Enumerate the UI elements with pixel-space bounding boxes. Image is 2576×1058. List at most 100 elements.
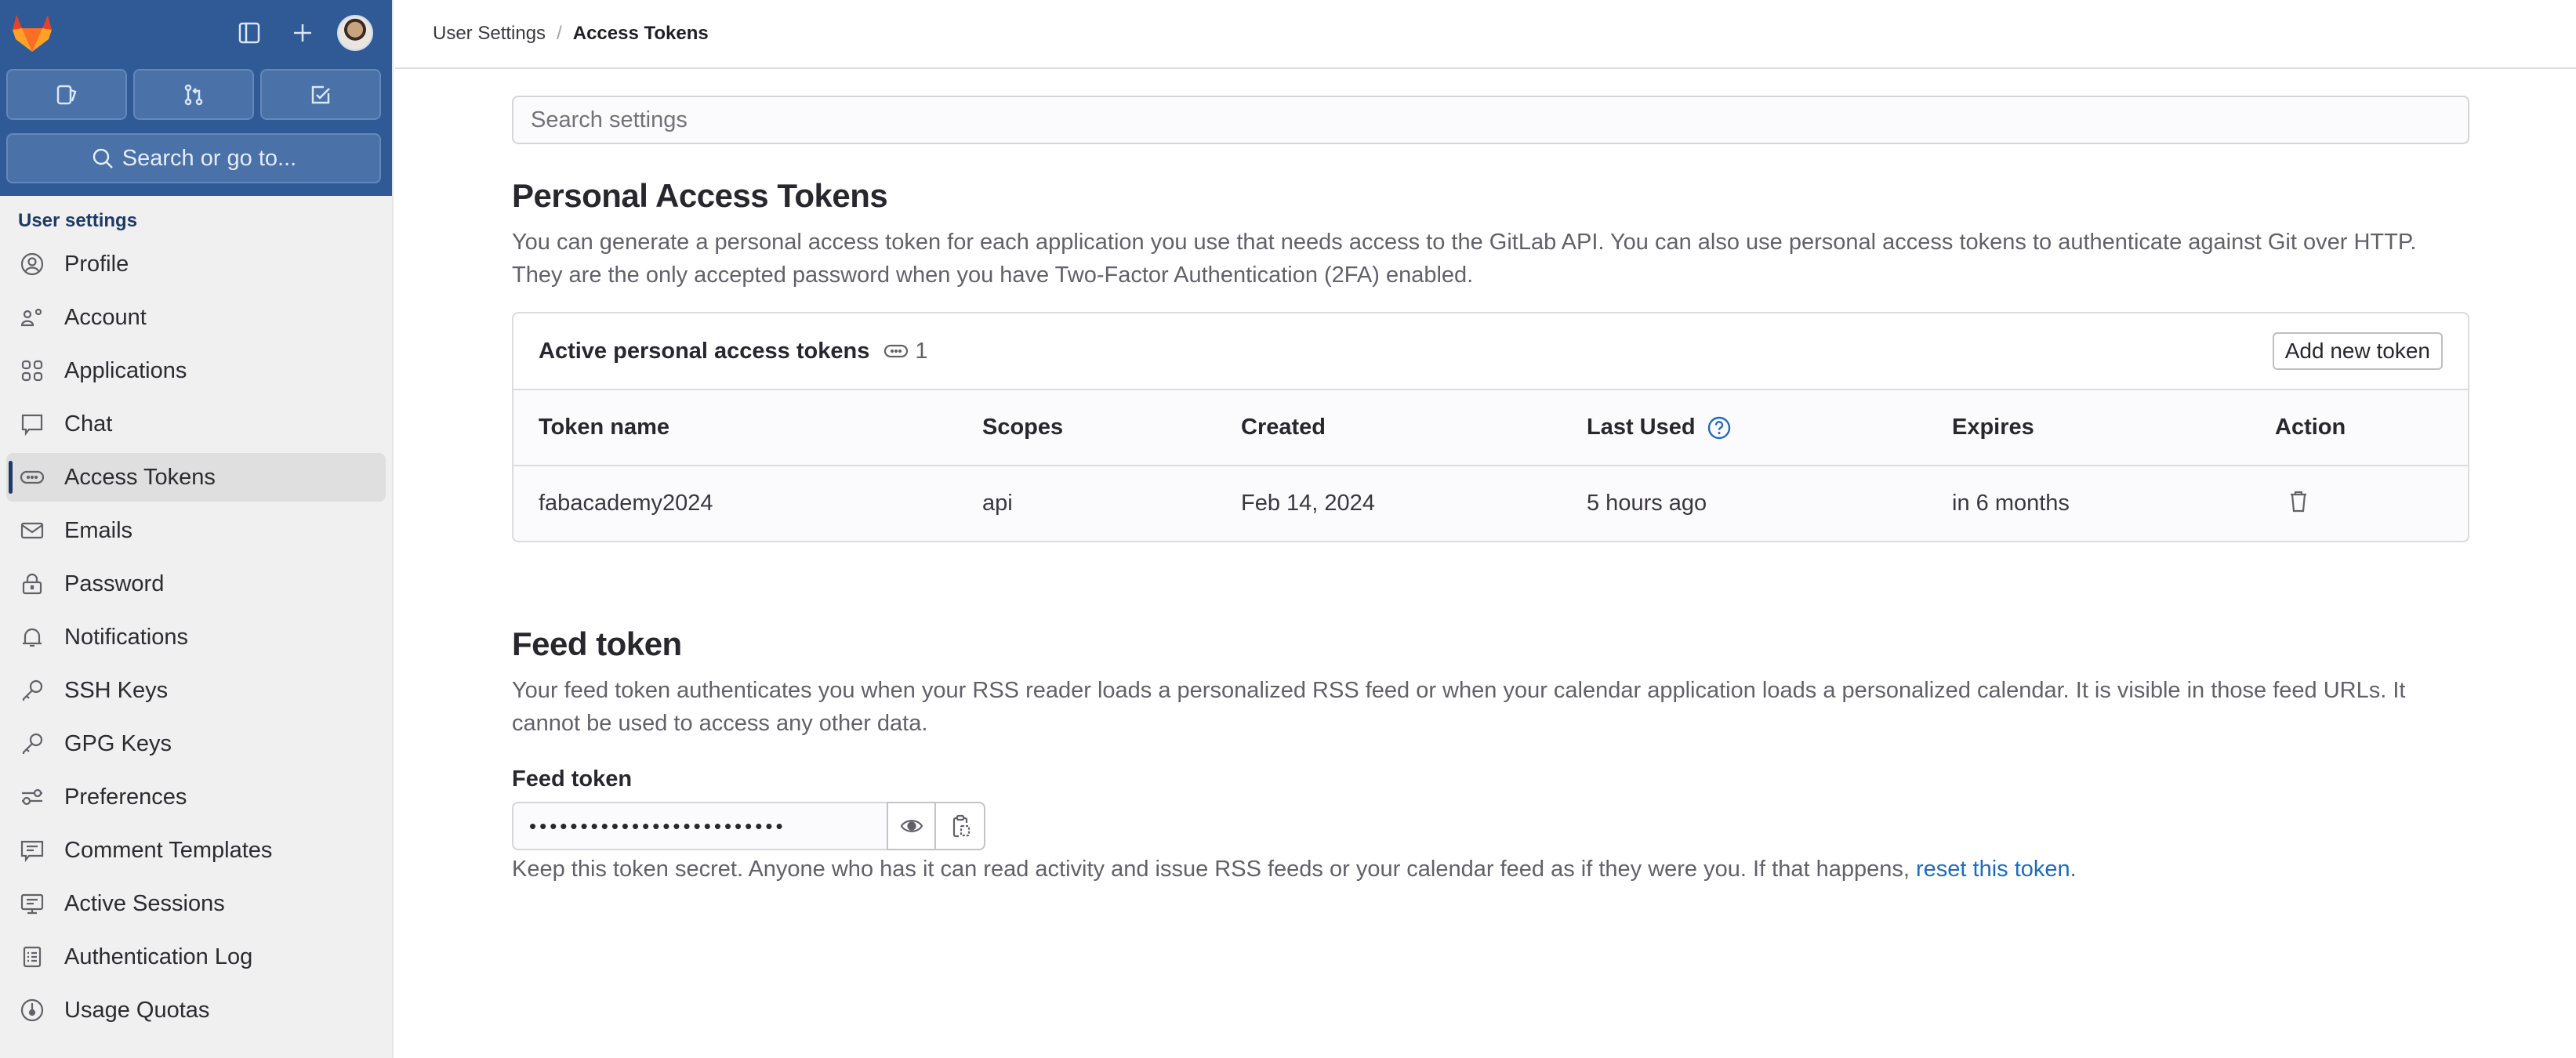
sidebar-item-access-tokens[interactable]: Access Tokens bbox=[6, 453, 386, 502]
gitlab-logo[interactable] bbox=[11, 13, 53, 53]
sidebar-item-comment-templates[interactable]: Comment Templates bbox=[6, 826, 386, 875]
sidebar-toggle-icon[interactable] bbox=[232, 16, 267, 50]
sidebar-item-notifications[interactable]: Notifications bbox=[6, 613, 386, 661]
feed-token-field bbox=[512, 802, 985, 850]
merge-request-icon bbox=[184, 84, 203, 105]
sidebar-item-label: Access Tokens bbox=[64, 464, 216, 490]
sidebar-item-label: Chat bbox=[64, 411, 113, 437]
sidebar-item-gpg-keys[interactable]: GPG Keys bbox=[6, 719, 386, 768]
sidebar-item-account[interactable]: Account bbox=[6, 293, 386, 342]
sidebar-item-ssh-keys[interactable]: SSH Keys bbox=[6, 666, 386, 715]
todos-button[interactable] bbox=[260, 69, 381, 120]
feed-token-help-suffix: . bbox=[2070, 857, 2077, 882]
sidebar: Search or go to... User settings Profile… bbox=[0, 0, 394, 1058]
chat-icon bbox=[19, 411, 45, 437]
sidebar-item-label: Account bbox=[64, 304, 147, 330]
token-expires-cell: in 6 months bbox=[1952, 491, 2070, 516]
reset-token-link[interactable]: reset this token bbox=[1916, 857, 2070, 882]
breadcrumb-user-settings[interactable]: User Settings bbox=[433, 23, 546, 45]
tokens-table: Token name Scopes Created Last Used Expi… bbox=[513, 390, 2468, 541]
token-scopes-cell: api bbox=[982, 491, 1013, 516]
sidebar-header: Search or go to... bbox=[0, 0, 392, 196]
pat-description-line2: They are the only accepted password when… bbox=[512, 263, 1474, 288]
copy-token-button[interactable] bbox=[936, 802, 985, 850]
sidebar-item-label: Profile bbox=[64, 251, 129, 277]
help-icon[interactable] bbox=[1707, 415, 1732, 440]
sidebar-item-label: GPG Keys bbox=[64, 730, 172, 756]
feed-token-description: Your feed token authenticates you when y… bbox=[512, 674, 2469, 740]
feed-description-line1: Your feed token authenticates you when y… bbox=[512, 678, 2406, 703]
column-header-scopes[interactable]: Scopes bbox=[957, 390, 1216, 466]
comment-template-icon bbox=[19, 837, 45, 864]
active-tokens-title-text: Active personal access tokens bbox=[539, 338, 870, 364]
key-icon bbox=[19, 730, 45, 757]
sidebar-item-chat[interactable]: Chat bbox=[6, 400, 386, 448]
search-settings-input[interactable] bbox=[512, 96, 2469, 144]
sidebar-item-label: Preferences bbox=[64, 784, 187, 810]
search-icon bbox=[93, 148, 113, 168]
breadcrumb-access-tokens[interactable]: Access Tokens bbox=[573, 23, 709, 45]
token-icon bbox=[884, 344, 909, 358]
bell-icon bbox=[19, 624, 45, 650]
quota-icon bbox=[19, 997, 45, 1024]
applications-icon bbox=[19, 357, 45, 384]
active-tokens-card-header: Active personal access tokens 1 Add new … bbox=[513, 313, 2468, 390]
reveal-token-button[interactable] bbox=[887, 802, 936, 850]
sidebar-item-preferences[interactable]: Preferences bbox=[6, 773, 386, 821]
column-header-token-name[interactable]: Token name bbox=[513, 390, 957, 466]
sidebar-item-active-sessions[interactable]: Active Sessions bbox=[6, 879, 386, 928]
feed-token-help-text: Keep this token secret. Anyone who has i… bbox=[512, 857, 1916, 882]
token-created-cell: Feb 14, 2024 bbox=[1241, 491, 1375, 516]
column-header-created[interactable]: Created bbox=[1216, 390, 1562, 466]
personal-access-tokens-description: You can generate a personal access token… bbox=[512, 226, 2469, 292]
tokens-table-header: Token name Scopes Created Last Used Expi… bbox=[513, 390, 2468, 466]
log-icon bbox=[19, 944, 45, 970]
token-last-used-cell: 5 hours ago bbox=[1587, 491, 1707, 516]
plus-icon[interactable] bbox=[285, 16, 320, 50]
account-icon bbox=[19, 304, 45, 331]
search-or-go-label: Search or go to... bbox=[122, 145, 297, 171]
lock-icon bbox=[19, 571, 45, 597]
sidebar-item-password[interactable]: Password bbox=[6, 560, 386, 608]
sidebar-section-title: User settings bbox=[18, 210, 138, 231]
sidebar-item-label: Comment Templates bbox=[64, 837, 273, 863]
profile-icon bbox=[19, 251, 45, 277]
breadcrumb: User Settings / Access Tokens bbox=[395, 0, 2576, 69]
token-action-cell bbox=[2250, 466, 2468, 541]
search-or-go-button[interactable]: Search or go to... bbox=[6, 133, 381, 183]
feed-token-help: Keep this token secret. Anyone who has i… bbox=[512, 857, 2469, 882]
avatar[interactable] bbox=[337, 15, 373, 51]
settings-nav: Profile Account Applications Chat Access… bbox=[0, 240, 392, 1034]
column-header-expires[interactable]: Expires bbox=[1927, 390, 2250, 466]
column-header-action: Action bbox=[2250, 390, 2468, 466]
issues-button[interactable] bbox=[6, 69, 127, 120]
table-row: fabacademy2024 api Feb 14, 2024 5 hours … bbox=[513, 466, 2468, 541]
sidebar-item-label: Applications bbox=[64, 357, 187, 383]
sidebar-item-usage-quotas[interactable]: Usage Quotas bbox=[6, 986, 386, 1034]
feed-token-input[interactable] bbox=[512, 802, 887, 850]
column-header-last-used-label: Last Used bbox=[1587, 414, 1696, 440]
token-count-badge: 1 bbox=[883, 339, 927, 364]
pat-description-line1: You can generate a personal access token… bbox=[512, 230, 2417, 255]
sidebar-item-applications[interactable]: Applications bbox=[6, 346, 386, 395]
feed-token-heading: Feed token bbox=[512, 625, 682, 662]
todo-checkbox-icon bbox=[311, 85, 330, 103]
key-icon bbox=[19, 677, 45, 704]
sidebar-item-label: Notifications bbox=[64, 624, 188, 650]
column-header-last-used[interactable]: Last Used bbox=[1562, 390, 1927, 466]
eye-icon bbox=[900, 820, 923, 832]
feed-description-line2: cannot be used to access any other data. bbox=[512, 711, 928, 736]
settings-content: Personal Access Tokens You can generate … bbox=[512, 96, 2469, 882]
merge-requests-button[interactable] bbox=[133, 69, 254, 120]
personal-access-tokens-heading: Personal Access Tokens bbox=[512, 177, 888, 214]
sidebar-item-profile[interactable]: Profile bbox=[6, 240, 386, 288]
sidebar-item-authentication-log[interactable]: Authentication Log bbox=[6, 933, 386, 981]
main-content: User Settings / Access Tokens Personal A… bbox=[395, 0, 2576, 1058]
sidebar-item-emails[interactable]: Emails bbox=[6, 506, 386, 555]
trash-icon[interactable] bbox=[2286, 488, 2311, 513]
token-count: 1 bbox=[915, 338, 928, 364]
quick-actions bbox=[6, 69, 381, 120]
add-new-token-button[interactable]: Add new token bbox=[2272, 332, 2443, 370]
monitor-icon bbox=[19, 890, 45, 917]
sidebar-item-label: Password bbox=[64, 571, 165, 596]
